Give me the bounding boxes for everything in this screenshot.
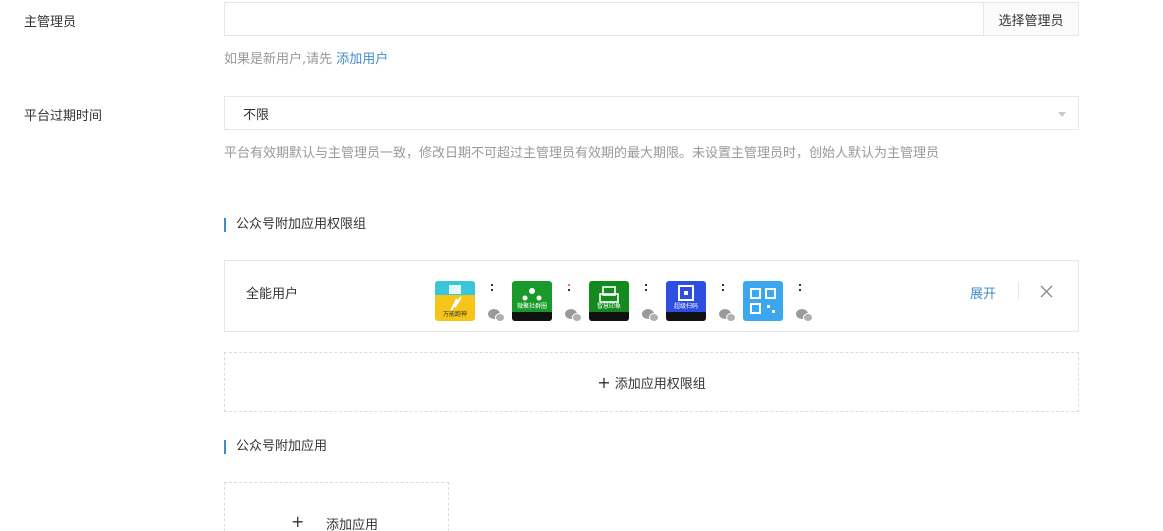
chevron-down-icon — [1058, 112, 1066, 117]
wechat-icon — [796, 309, 814, 323]
close-icon[interactable] — [1039, 284, 1054, 299]
add-perm-group-button[interactable]: + 添加应用权限组 — [224, 352, 1079, 412]
app-badge — [666, 312, 706, 321]
wechat-icon — [488, 309, 506, 323]
plus-icon: + — [597, 372, 611, 392]
print-app-icon: 智慧印象 — [589, 281, 629, 321]
perm-group-card: 全能用户 万能跑神 微聚社群圈 智慧印象 超级扫码 展开 — [224, 260, 1079, 332]
weiju-app-icon: 微聚社群圈 — [512, 281, 552, 321]
expire-selected-value: 不限 — [243, 107, 270, 123]
admin-hint-text: 如果是新用户,请先 — [224, 52, 337, 67]
perm-group-apps: 万能跑神 微聚社群圈 智慧印象 超级扫码 — [435, 281, 820, 325]
admin-input[interactable] — [225, 3, 983, 35]
select-admin-button[interactable]: 选择管理员 — [983, 3, 1078, 35]
app-ellipsis — [799, 284, 801, 296]
expire-hint: 平台有效期默认与主管理员一致，修改日期不可超过主管理员有效期的最大期限。未设置主… — [224, 146, 940, 161]
wechat-icon — [642, 309, 660, 323]
addon-app-section-title: 公众号附加应用 — [224, 440, 327, 454]
wanneng-app-icon: 万能跑神 — [435, 281, 475, 321]
qrcode-app-icon — [743, 281, 783, 321]
app-caption: 微聚社群圈 — [516, 303, 547, 310]
app-item: 超级扫码 — [666, 281, 743, 325]
app-caption: 万能跑神 — [442, 311, 467, 318]
divider — [1018, 282, 1019, 300]
wechat-icon — [565, 309, 583, 323]
expire-label: 平台过期时间 — [24, 109, 103, 124]
app-item: 微聚社群圈 — [512, 281, 589, 325]
app-ellipsis — [645, 284, 647, 296]
expire-select[interactable]: 不限 — [224, 96, 1079, 130]
admin-hint: 如果是新用户,请先 添加用户 — [224, 48, 388, 67]
plus-icon: + — [291, 512, 305, 531]
app-badge — [512, 312, 552, 321]
app-ellipsis — [491, 284, 493, 296]
admin-label: 主管理员 — [24, 15, 77, 30]
admin-input-group: 选择管理员 — [224, 2, 1079, 36]
perm-group-name: 全能用户 — [246, 287, 299, 302]
perm-group-section-title: 公众号附加应用权限组 — [224, 218, 366, 232]
app-badge — [589, 312, 629, 321]
app-caption: 超级扫码 — [673, 303, 698, 310]
scan-app-icon: 超级扫码 — [666, 281, 706, 321]
app-item: 智慧印象 — [589, 281, 666, 325]
app-ellipsis — [568, 284, 570, 296]
app-ellipsis — [722, 284, 724, 296]
add-user-link[interactable]: 添加用户 — [336, 52, 388, 67]
app-item: 万能跑神 — [435, 281, 512, 325]
expand-link[interactable]: 展开 — [970, 283, 996, 302]
wechat-icon — [719, 309, 737, 323]
add-perm-group-label: 添加应用权限组 — [614, 376, 706, 392]
app-caption: 智慧印象 — [596, 303, 621, 310]
add-app-label: 添加应用 — [326, 518, 379, 531]
add-app-button[interactable]: + 添加应用 — [224, 482, 449, 531]
app-item — [743, 281, 820, 325]
